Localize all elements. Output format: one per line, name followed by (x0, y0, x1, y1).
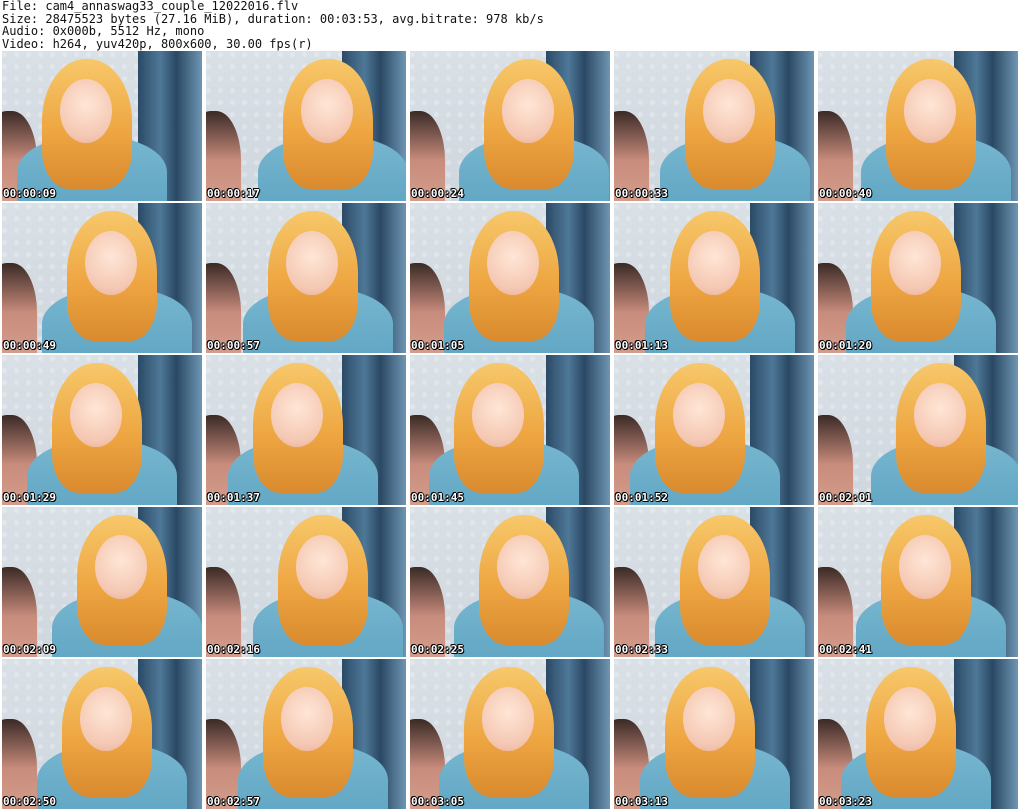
thumbnail-frame: 00:00:09 (2, 51, 202, 201)
thumbnail-frame: 00:01:05 (410, 203, 610, 353)
thumbnail-frame: 00:01:29 (2, 355, 202, 505)
frame-image (206, 203, 406, 353)
thumbnail-frame: 00:01:13 (614, 203, 814, 353)
frame-image (2, 51, 202, 201)
thumbnail-frame: 00:02:33 (614, 507, 814, 657)
frame-image (206, 355, 406, 505)
frame-image (206, 659, 406, 809)
thumbnail-frame: 00:02:01 (818, 355, 1018, 505)
frame-image (818, 659, 1018, 809)
thumbnail-frame: 00:01:20 (818, 203, 1018, 353)
thumbnail-frame: 00:02:41 (818, 507, 1018, 657)
frame-timestamp: 00:00:40 (819, 187, 872, 200)
frame-image (410, 659, 610, 809)
frame-timestamp: 00:02:57 (207, 795, 260, 808)
frame-timestamp: 00:01:52 (615, 491, 668, 504)
thumbnail-frame: 00:02:16 (206, 507, 406, 657)
frame-image (818, 355, 1018, 505)
frame-timestamp: 00:02:33 (615, 643, 668, 656)
thumbnail-frame: 00:02:25 (410, 507, 610, 657)
thumbnail-frame: 00:02:57 (206, 659, 406, 809)
video-info-line: Video: h264, yuv420p, 800x600, 30.00 fps… (2, 36, 313, 51)
file-name-line: File: cam4_annaswag33_couple_12022016.fl… (2, 0, 299, 13)
frame-image (818, 51, 1018, 201)
frame-image (2, 659, 202, 809)
thumbnail-frame: 00:00:40 (818, 51, 1018, 201)
frame-timestamp: 00:00:24 (411, 187, 464, 200)
frame-image (410, 507, 610, 657)
frame-timestamp: 00:01:37 (207, 491, 260, 504)
frame-image (614, 203, 814, 353)
frame-image (614, 507, 814, 657)
frame-timestamp: 00:00:09 (3, 187, 56, 200)
frame-timestamp: 00:01:20 (819, 339, 872, 352)
thumbnail-frame: 00:01:37 (206, 355, 406, 505)
thumbnail-frame: 00:00:49 (2, 203, 202, 353)
thumbnail-frame: 00:00:57 (206, 203, 406, 353)
frame-image (614, 659, 814, 809)
frame-timestamp: 00:01:05 (411, 339, 464, 352)
frame-timestamp: 00:01:13 (615, 339, 668, 352)
frame-image (410, 203, 610, 353)
thumbnail-frame: 00:00:33 (614, 51, 814, 201)
frame-timestamp: 00:03:23 (819, 795, 872, 808)
frame-image (410, 51, 610, 201)
thumbnail-frame: 00:03:13 (614, 659, 814, 809)
thumbnail-frame: 00:02:09 (2, 507, 202, 657)
frame-timestamp: 00:02:09 (3, 643, 56, 656)
frame-image (2, 507, 202, 657)
frame-image (614, 355, 814, 505)
frame-timestamp: 00:02:50 (3, 795, 56, 808)
file-info-header: File: cam4_annaswag33_couple_12022016.fl… (2, 0, 544, 50)
frame-image (2, 203, 202, 353)
thumbnail-grid: 00:00:09 00:00:17 00:00:24 00:00:33 00:00:40… (2, 51, 1022, 811)
thumbnail-frame: 00:01:52 (614, 355, 814, 505)
frame-timestamp: 00:00:49 (3, 339, 56, 352)
thumbnail-frame: 00:00:17 (206, 51, 406, 201)
frame-image (818, 507, 1018, 657)
thumbnail-frame: 00:03:23 (818, 659, 1018, 809)
frame-image (614, 51, 814, 201)
audio-info-line: Audio: 0x000b, 5512 Hz, mono (2, 24, 205, 38)
frame-timestamp: 00:00:33 (615, 187, 668, 200)
frame-timestamp: 00:02:16 (207, 643, 260, 656)
thumbnail-frame: 00:03:05 (410, 659, 610, 809)
frame-timestamp: 00:02:41 (819, 643, 872, 656)
frame-image (410, 355, 610, 505)
frame-timestamp: 00:03:13 (615, 795, 668, 808)
frame-image (2, 355, 202, 505)
frame-image (206, 51, 406, 201)
frame-image (206, 507, 406, 657)
frame-timestamp: 00:01:29 (3, 491, 56, 504)
thumbnail-frame: 00:00:24 (410, 51, 610, 201)
frame-timestamp: 00:00:57 (207, 339, 260, 352)
frame-timestamp: 00:00:17 (207, 187, 260, 200)
thumbnail-frame: 00:01:45 (410, 355, 610, 505)
thumbnail-frame: 00:02:50 (2, 659, 202, 809)
frame-timestamp: 00:02:25 (411, 643, 464, 656)
frame-timestamp: 00:03:05 (411, 795, 464, 808)
frame-timestamp: 00:01:45 (411, 491, 464, 504)
frame-image (818, 203, 1018, 353)
frame-timestamp: 00:02:01 (819, 491, 872, 504)
